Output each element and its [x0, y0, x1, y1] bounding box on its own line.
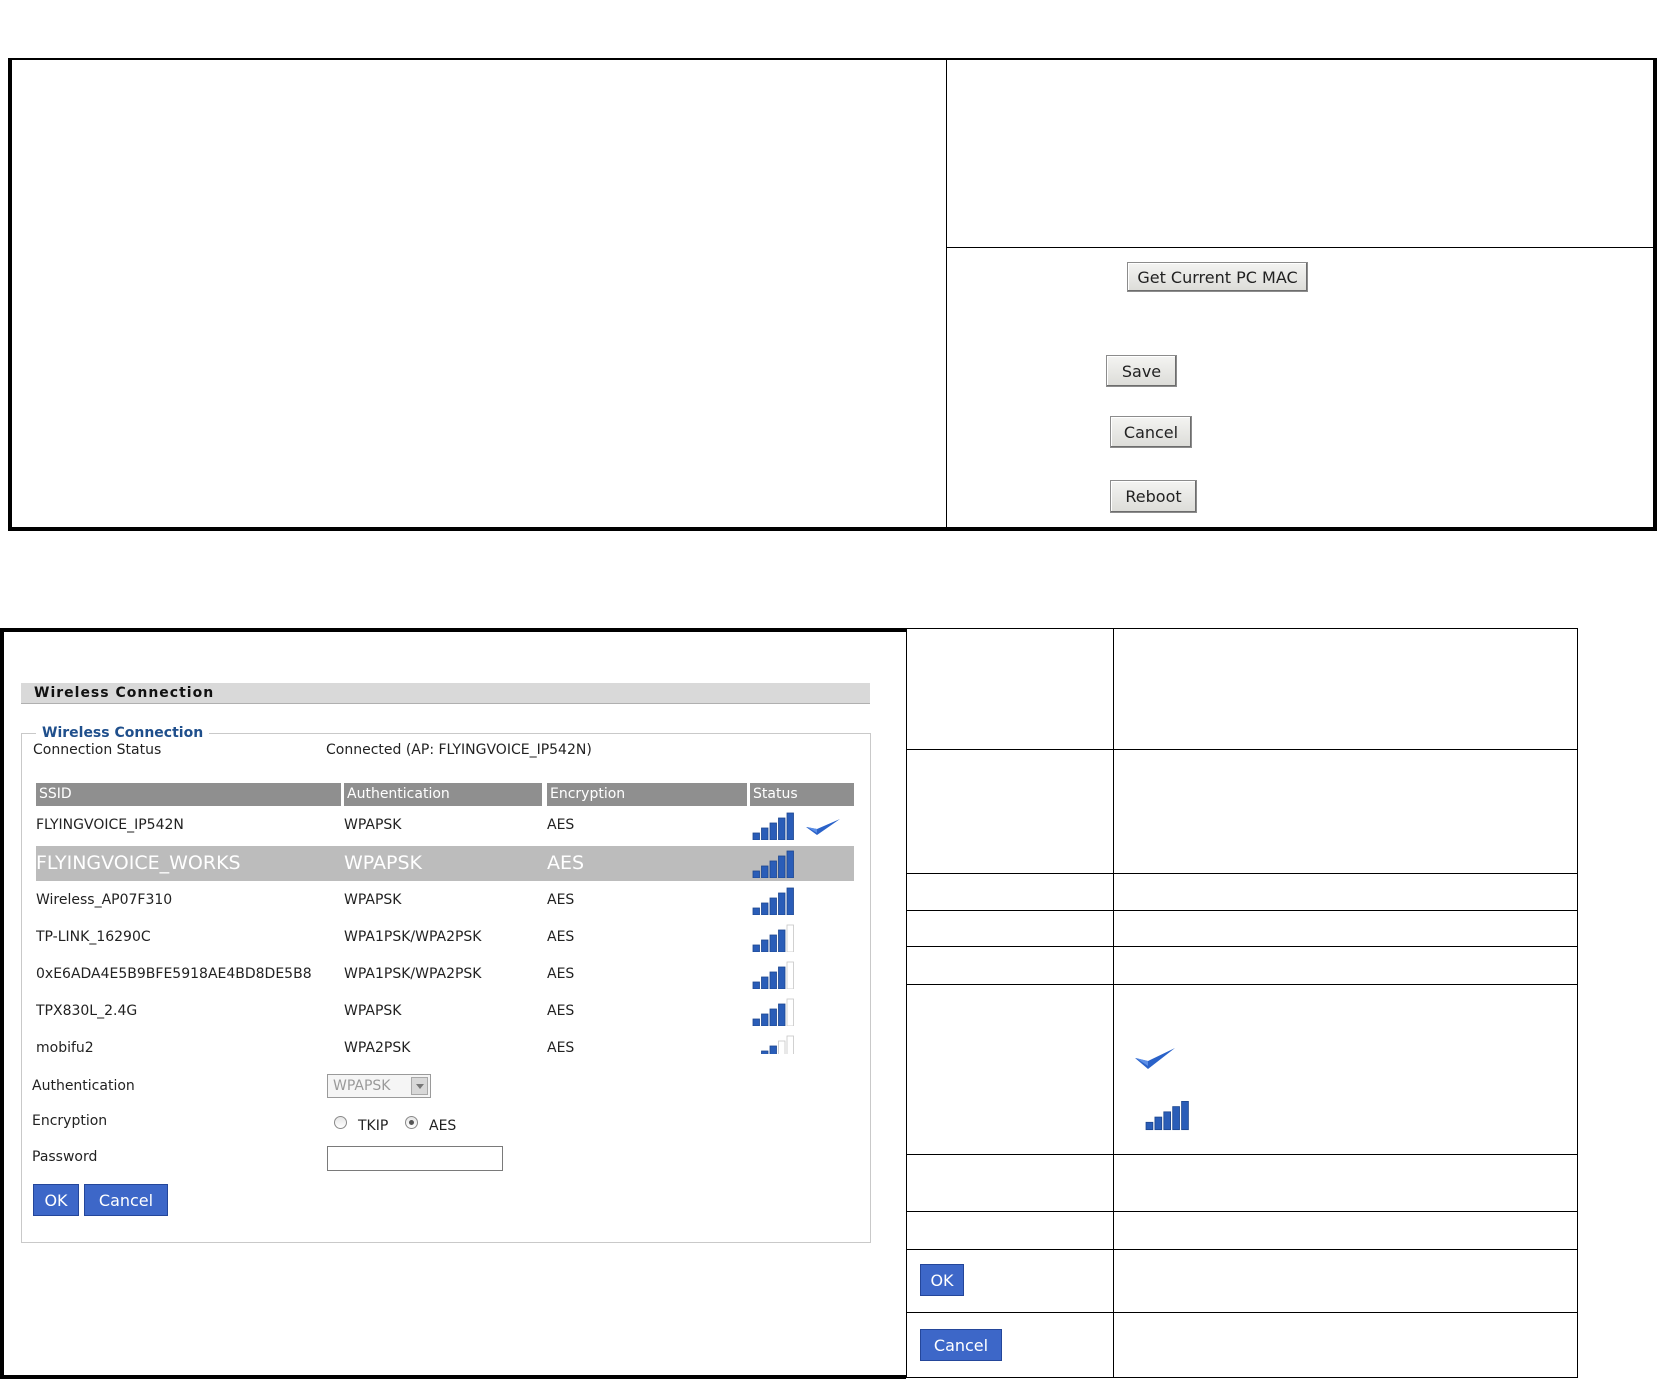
- description-table: [906, 628, 1578, 1378]
- section-header: Wireless Connection: [21, 683, 870, 704]
- signal-strength-icon: [752, 887, 794, 915]
- connection-status-label: Connection Status: [33, 742, 162, 758]
- table-row-divider: [906, 1312, 1578, 1313]
- table-row-divider: [906, 1249, 1578, 1250]
- top-settings-panel: [8, 58, 1657, 531]
- top-row-divider: [947, 247, 1657, 248]
- table-row-divider: [906, 749, 1578, 750]
- ap-ssid: 0xE6ADA4E5B9BFE5918AE4BD8DE5B8: [36, 966, 312, 982]
- chevron-down-icon[interactable]: [411, 1077, 428, 1095]
- signal-strength-icon: [752, 812, 794, 840]
- ap-encryption: AES: [547, 966, 575, 982]
- ap-encryption: AES: [547, 852, 585, 874]
- ap-authentication: WPAPSK: [344, 817, 402, 833]
- ap-authentication: WPAPSK: [344, 852, 423, 874]
- ok-button[interactable]: OK: [33, 1184, 79, 1216]
- table-row-divider: [906, 1154, 1578, 1155]
- ap-row[interactable]: Wireless_AP07F310 WPAPSK AES: [36, 883, 854, 918]
- list-scroll-clip: [36, 1054, 856, 1068]
- table-row-divider: [906, 946, 1578, 947]
- ap-authentication: WPAPSK: [344, 892, 402, 908]
- column-header-authentication: Authentication: [344, 783, 542, 806]
- tkip-radio[interactable]: [334, 1116, 347, 1129]
- ap-row[interactable]: TPX830L_2.4G WPAPSK AES: [36, 994, 854, 1029]
- signal-strength-icon: [1145, 1100, 1189, 1131]
- column-header-status: Status: [750, 783, 854, 806]
- cancel-button[interactable]: Cancel: [1110, 416, 1192, 448]
- aes-radio-label: AES: [429, 1118, 457, 1134]
- ap-encryption: AES: [547, 892, 575, 908]
- ap-row[interactable]: FLYINGVOICE_WORKS WPAPSK AES: [36, 846, 854, 881]
- table-row-divider: [906, 1211, 1578, 1212]
- get-current-pc-mac-button[interactable]: Get Current PC MAC: [1127, 262, 1308, 292]
- group-legend: Wireless Connection: [36, 725, 210, 741]
- ap-table-header: SSID Authentication Encryption Status: [36, 783, 854, 806]
- connected-check-icon: [1135, 1048, 1175, 1069]
- ap-ssid: FLYINGVOICE_WORKS: [36, 852, 241, 874]
- ap-authentication: WPA1PSK/WPA2PSK: [344, 966, 482, 982]
- authentication-select[interactable]: WPAPSK: [327, 1074, 431, 1098]
- table-row-divider: [906, 984, 1578, 985]
- section-title: Wireless Connection: [34, 685, 215, 701]
- signal-strength-icon: [752, 924, 794, 952]
- table-row-divider: [906, 873, 1578, 874]
- ap-ssid: FLYINGVOICE_IP542N: [36, 817, 184, 833]
- tkip-radio-label: TKIP: [358, 1118, 389, 1134]
- ap-row[interactable]: FLYINGVOICE_IP542N WPAPSK AES: [36, 808, 854, 843]
- ap-ssid: TPX830L_2.4G: [36, 1003, 138, 1019]
- cancel-button[interactable]: Cancel: [84, 1184, 168, 1216]
- signal-strength-icon: [752, 961, 794, 989]
- reboot-button[interactable]: Reboot: [1110, 480, 1197, 513]
- signal-strength-icon: [752, 998, 794, 1026]
- column-header-encryption: Encryption: [547, 783, 747, 806]
- password-label: Password: [32, 1149, 98, 1165]
- ap-encryption: AES: [547, 1003, 575, 1019]
- cancel-button-sample: Cancel: [920, 1329, 1002, 1361]
- ap-row[interactable]: 0xE6ADA4E5B9BFE5918AE4BD8DE5B8 WPA1PSK/W…: [36, 957, 854, 992]
- signal-strength-icon: [752, 850, 794, 878]
- authentication-select-value: WPAPSK: [333, 1078, 391, 1094]
- ap-authentication: WPAPSK: [344, 1003, 402, 1019]
- ok-button-sample: OK: [920, 1264, 964, 1296]
- ap-ssid: TP-LINK_16290C: [36, 929, 151, 945]
- authentication-label: Authentication: [32, 1078, 135, 1094]
- ap-ssid: Wireless_AP07F310: [36, 892, 173, 908]
- connected-check-icon: [806, 819, 840, 835]
- ap-encryption: AES: [547, 817, 575, 833]
- ap-authentication: WPA1PSK/WPA2PSK: [344, 929, 482, 945]
- password-input[interactable]: [327, 1146, 503, 1171]
- column-header-ssid: SSID: [36, 783, 341, 806]
- ap-row[interactable]: TP-LINK_16290C WPA1PSK/WPA2PSK AES: [36, 920, 854, 955]
- connection-status-value: Connected (AP: FLYINGVOICE_IP542N): [326, 742, 592, 758]
- save-button[interactable]: Save: [1106, 355, 1177, 387]
- top-column-divider: [946, 58, 947, 531]
- description-table-column-divider: [1113, 628, 1114, 1378]
- ap-encryption: AES: [547, 929, 575, 945]
- table-row-divider: [906, 910, 1578, 911]
- encryption-label: Encryption: [32, 1113, 108, 1129]
- aes-radio[interactable]: [405, 1116, 418, 1129]
